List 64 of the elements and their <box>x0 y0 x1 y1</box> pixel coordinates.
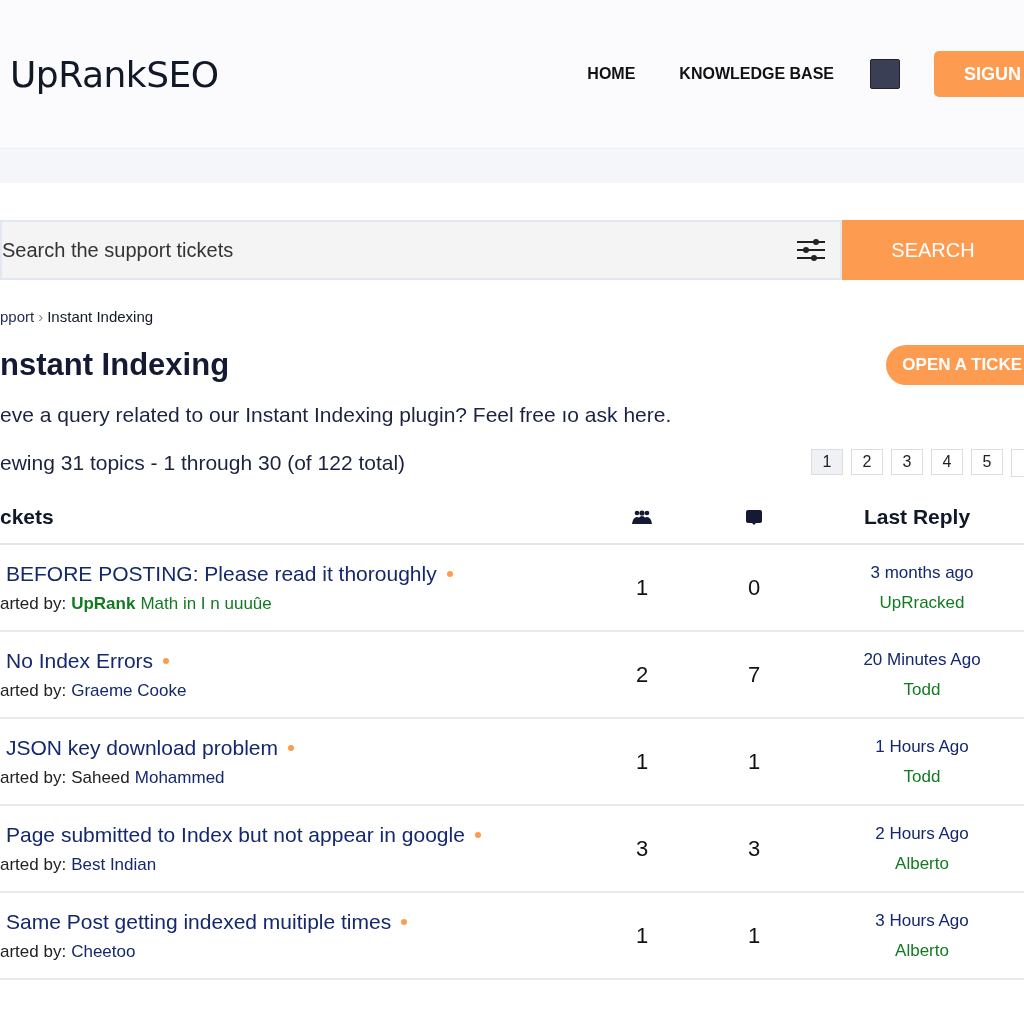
breadcrumb-current: Instant Indexing <box>47 308 154 325</box>
search-field[interactable]: Search the support tickets <box>0 220 842 280</box>
theme-toggle[interactable] <box>870 59 900 89</box>
author-name[interactable]: Mohammed <box>134 767 225 788</box>
topic-link[interactable]: JSON key download problem <box>6 735 278 760</box>
site-logo[interactable]: UpRankSEO <box>10 53 219 95</box>
author-name[interactable]: Cheetoo <box>71 941 136 962</box>
search-input[interactable]: Search the support tickets <box>2 238 796 262</box>
filter-sliders-icon[interactable] <box>796 238 826 262</box>
author-name: Saheed <box>71 767 130 788</box>
voices-count: 1 <box>635 748 649 775</box>
topic-link[interactable]: Same Post getting indexed muitiple times <box>6 909 392 934</box>
reply-author-link[interactable]: Alberto <box>895 940 949 961</box>
voices-count: 1 <box>635 574 649 601</box>
topics-summary: ewing 31 topics - 1 through 30 (of 122 total) <box>0 451 406 475</box>
page-button[interactable]: 4 <box>931 449 963 475</box>
posts-count: 0 <box>747 574 761 601</box>
status-dot <box>474 831 481 838</box>
forum-description: eve a query related to our Instant Indexing plugin? Feel free ıo ask here. <box>0 403 673 427</box>
reply-author-link[interactable]: Todd <box>903 766 941 787</box>
reply-time-link[interactable]: 20 Minutes Ago <box>863 649 981 670</box>
people-icon <box>632 509 652 525</box>
reply-author-link[interactable]: Todd <box>903 679 941 700</box>
started-by-label: arted by: <box>0 680 67 701</box>
nav-link[interactable]: KNOWLEDGE BASE <box>679 65 834 83</box>
page-title: nstant Indexing <box>0 347 230 383</box>
started-by-label: arted by: <box>0 854 67 875</box>
voices-count: 1 <box>635 922 649 949</box>
started-by-label: arted by: <box>0 767 67 788</box>
comment-icon <box>745 508 763 526</box>
topic-link[interactable]: BEFORE POSTING: Please read it thoroughly <box>6 561 437 586</box>
topic-link[interactable]: No Index Errors <box>6 648 154 673</box>
reply-time-link[interactable]: 3 months ago <box>870 562 974 583</box>
author-name[interactable]: Best Indian <box>71 854 157 875</box>
reply-author-link[interactable]: UpRracked <box>879 592 965 613</box>
author-name: Math in I n uuuûe <box>140 593 272 614</box>
reply-time-link[interactable]: 2 Hours Ago <box>875 823 969 844</box>
author-name: UpRank <box>71 593 136 614</box>
posts-count: 7 <box>747 661 761 688</box>
column-header: Last Reply <box>863 505 971 529</box>
started-by-label: arted by: <box>0 593 67 614</box>
nav-link[interactable]: HOME <box>587 65 636 83</box>
breadcrumb-separator: › <box>38 308 44 325</box>
voices-count: 3 <box>635 835 649 862</box>
status-dot <box>446 570 453 577</box>
voices-count: 2 <box>635 661 649 688</box>
page-button[interactable]: 2 <box>851 449 883 475</box>
page-button[interactable]: 5 <box>971 449 1003 475</box>
status-dot <box>287 744 294 751</box>
started-by-label: arted by: <box>0 941 67 962</box>
author-name[interactable]: Graeme Cooke <box>71 680 187 701</box>
topic-link[interactable]: Page submitted to Index but not appear in google <box>6 822 465 847</box>
posts-count: 3 <box>747 835 761 862</box>
status-dot <box>401 918 408 925</box>
reply-time-link[interactable]: 3 Hours Ago <box>875 910 969 931</box>
status-dot <box>163 657 170 664</box>
column-header: ckets <box>0 505 54 529</box>
reply-time-link[interactable]: 1 Hours Ago <box>875 736 969 757</box>
page-button[interactable]: 1 <box>811 449 843 475</box>
reply-author-link[interactable]: Alberto <box>895 853 949 874</box>
posts-count: 1 <box>747 748 761 775</box>
page-button[interactable]: 3 <box>891 449 923 475</box>
breadcrumb-link[interactable]: pport <box>0 308 35 325</box>
posts-count: 1 <box>747 922 761 949</box>
